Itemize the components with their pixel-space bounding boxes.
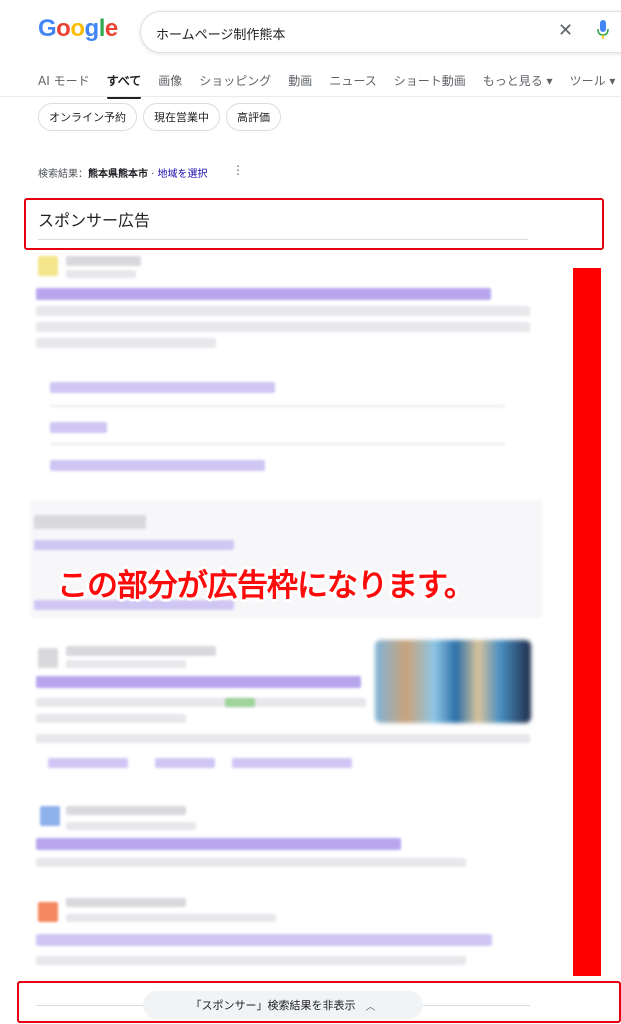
ad-description xyxy=(36,956,466,965)
ad-favicon xyxy=(38,256,58,276)
header-divider xyxy=(0,96,621,97)
hide-sponsored-label: 「スポンサー」検索結果を非表示 xyxy=(190,999,356,1012)
ad-area-annotation: この部分が広告枠になります。 xyxy=(57,568,475,604)
ad-headline[interactable] xyxy=(36,676,361,688)
ad-extension-link[interactable] xyxy=(48,758,128,768)
logo-letter-e: e xyxy=(104,15,118,42)
choose-region-link[interactable]: 地域を選択 xyxy=(158,169,208,180)
logo-letter-g2: g xyxy=(84,15,100,42)
ad-favicon xyxy=(38,902,58,922)
chevron-up-icon: ︿ xyxy=(365,1001,376,1013)
tab-short-videos[interactable]: ショート動画 xyxy=(394,72,466,89)
google-logo[interactable]: Google xyxy=(38,15,118,43)
sitelink[interactable] xyxy=(50,382,275,393)
divider-right xyxy=(423,1005,530,1006)
chip-top-rated[interactable]: 高評価 xyxy=(226,103,281,131)
ad-favicon xyxy=(40,806,60,826)
hide-sponsored-button[interactable]: 「スポンサー」検索結果を非表示 ︿ xyxy=(143,991,423,1019)
more-options-icon[interactable]: ⋮ xyxy=(232,163,244,177)
search-tabs: AI モード すべて 画像 ショッピング 動画 ニュース ショート動画 もっと見… xyxy=(38,72,621,99)
sponsor-title: スポンサー広告 xyxy=(38,211,151,230)
ad-site-name xyxy=(34,515,146,529)
divider-left xyxy=(36,1005,143,1006)
ad-headline[interactable] xyxy=(36,838,401,850)
search-input[interactable]: ホームページ制作熊本 xyxy=(156,24,285,43)
chip-online-booking[interactable]: オンライン予約 xyxy=(38,103,137,131)
ad-url xyxy=(66,270,136,278)
logo-letter-o2: o xyxy=(70,15,85,42)
location-sep: · xyxy=(148,169,158,180)
sponsor-underline xyxy=(38,239,528,240)
ad-description xyxy=(36,322,530,332)
tab-more[interactable]: もっと見る ▾ xyxy=(483,72,553,89)
microphone-icon[interactable] xyxy=(597,19,609,41)
ad-rating xyxy=(225,698,255,707)
location-prefix: 検索結果： xyxy=(38,169,88,180)
tab-all[interactable]: すべて xyxy=(106,72,141,99)
ad-headline[interactable] xyxy=(36,934,492,946)
ad-extension-link[interactable] xyxy=(155,758,215,768)
ad-description xyxy=(36,858,466,867)
ad-description xyxy=(36,714,186,723)
ad-headline[interactable] xyxy=(34,540,234,550)
ad-description xyxy=(36,734,530,743)
clear-icon[interactable]: ✕ xyxy=(558,20,573,41)
ad-site-name xyxy=(66,646,216,656)
ad-description xyxy=(36,338,216,348)
ad-headline[interactable] xyxy=(36,288,491,300)
ad-site-name xyxy=(66,256,141,266)
ad-favicon xyxy=(38,648,58,668)
sitelink[interactable] xyxy=(50,422,107,433)
ad-extension-link[interactable] xyxy=(232,758,352,768)
ad-url xyxy=(66,914,276,922)
tab-images[interactable]: 画像 xyxy=(158,72,182,89)
ad-area-marker-bar xyxy=(573,268,601,976)
ad-thumbnail[interactable] xyxy=(375,640,531,723)
tab-ai-mode[interactable]: AI モード xyxy=(38,72,90,89)
ad-description xyxy=(36,698,366,707)
tab-shopping[interactable]: ショッピング xyxy=(199,72,271,89)
ad-site-name xyxy=(66,898,186,907)
ad-url xyxy=(66,660,186,668)
ad-description xyxy=(36,306,530,316)
ad-site-name xyxy=(66,806,186,815)
filter-chips: オンライン予約 現在営業中 高評価 xyxy=(38,103,281,131)
tab-videos[interactable]: 動画 xyxy=(288,72,312,89)
sitelink-divider xyxy=(50,443,505,445)
logo-letter-o1: o xyxy=(56,15,71,42)
sitelink-divider xyxy=(50,405,505,407)
location-place: 熊本県熊本市 xyxy=(88,169,148,180)
tab-news[interactable]: ニュース xyxy=(329,72,376,89)
logo-letter-g: G xyxy=(38,15,57,42)
chip-open-now[interactable]: 現在営業中 xyxy=(143,103,220,131)
location-line: 検索結果：熊本県熊本市 · 地域を選択 xyxy=(38,165,208,180)
tab-tools[interactable]: ツール ▾ xyxy=(570,72,616,89)
ad-url xyxy=(66,822,196,830)
sitelink[interactable] xyxy=(50,460,265,471)
